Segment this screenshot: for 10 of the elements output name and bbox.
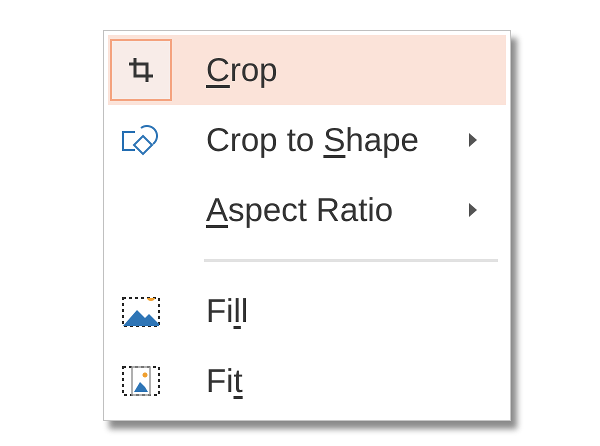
menu-item-label: Fit [206,361,243,402]
menu-item-label: Crop to Shape [206,120,419,160]
crop-icon [126,55,156,85]
menu-item-label: Crop [206,50,278,90]
fit-icon [121,364,161,398]
fill-icon [121,294,161,328]
menu-item[interactable]: Crop [108,35,506,105]
menu-item-label: Aspect Ratio [206,190,394,230]
crop-to-shape-icon [121,122,161,158]
menu-item-label: Fill [206,291,248,332]
